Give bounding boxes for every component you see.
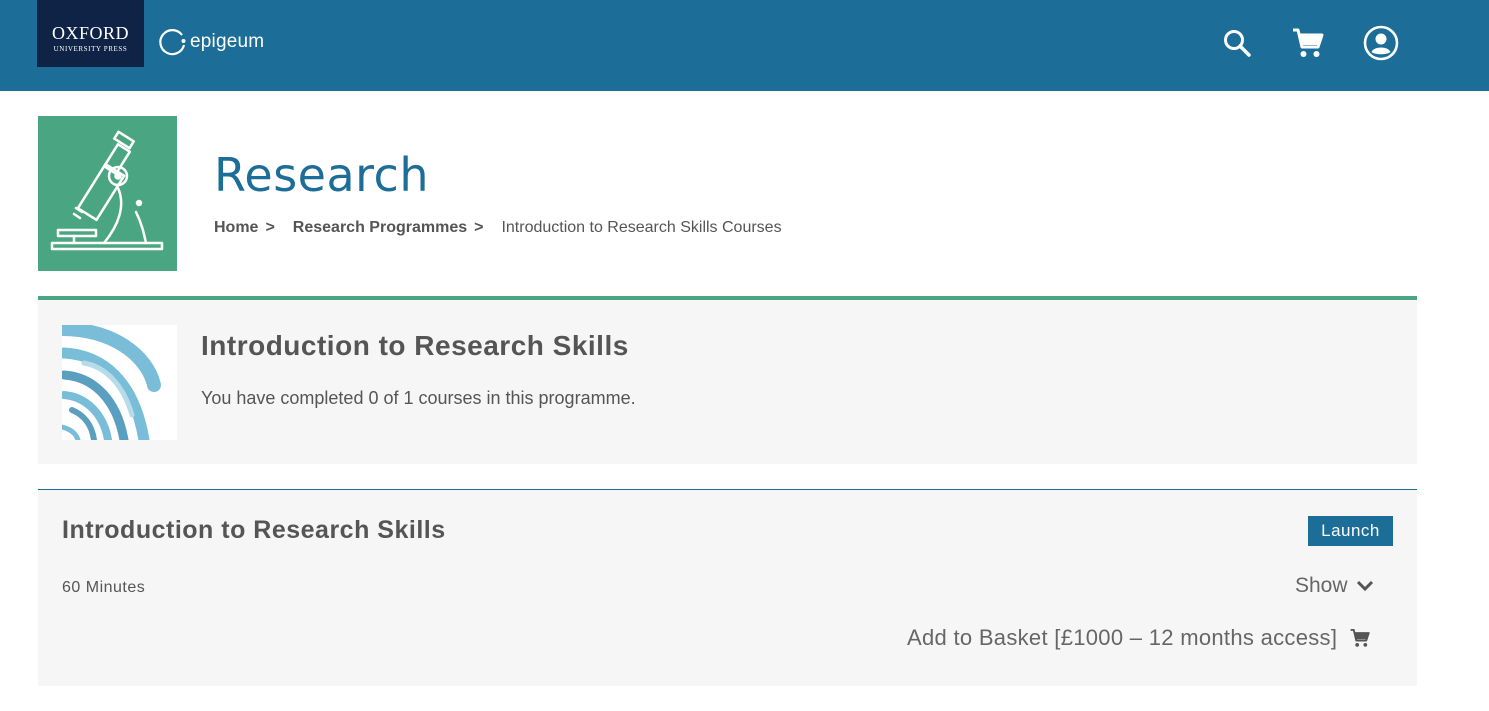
show-details-toggle[interactable]: Show: [1295, 574, 1374, 598]
microscope-icon: [38, 116, 177, 271]
programme-summary-title: Introduction to Research Skills: [201, 330, 629, 361]
account-icon[interactable]: [1362, 24, 1400, 62]
add-to-basket-button[interactable]: Add to Basket [£1000 – 12 months access]: [907, 625, 1371, 651]
chevron-down-icon: [1356, 580, 1374, 592]
cart-icon: [1349, 628, 1371, 648]
breadcrumb-home[interactable]: Home: [214, 219, 258, 237]
launch-button[interactable]: Launch: [1308, 516, 1393, 546]
cart-icon[interactable]: [1289, 24, 1327, 62]
search-icon[interactable]: [1218, 24, 1256, 62]
course-title: Introduction to Research Skills: [62, 516, 446, 544]
programme-thumbnail: [62, 325, 177, 440]
add-to-basket-label: Add to Basket [£1000 – 12 months access]: [907, 625, 1338, 650]
course-duration: 60 Minutes: [62, 579, 146, 596]
breadcrumb: Home > Research Programmes > Introductio…: [214, 219, 782, 237]
epigeum-wordmark: epigeum: [190, 31, 265, 52]
course-card: Introduction to Research Skills Launch 6…: [38, 489, 1417, 686]
breadcrumb-research-programmes[interactable]: Research Programmes: [293, 219, 467, 237]
epigeum-ring-icon: [158, 27, 188, 57]
oup-logo-line2: UNIVERSITY PRESS: [53, 45, 128, 53]
programme-progress-text: You have completed 0 of 1 courses in thi…: [201, 388, 636, 408]
oxford-university-press-logo[interactable]: OXFORD UNIVERSITY PRESS: [37, 0, 144, 67]
epigeum-logo[interactable]: epigeum: [158, 26, 264, 58]
breadcrumb-separator: >: [265, 219, 275, 236]
breadcrumb-separator: >: [474, 219, 484, 236]
programme-summary-panel: Introduction to Research Skills You have…: [38, 296, 1417, 464]
show-label: Show: [1295, 574, 1348, 597]
breadcrumb-current: Introduction to Research Skills Courses: [501, 219, 782, 236]
oup-logo-line1: OXFORD: [51, 23, 129, 43]
page-title: Research: [214, 148, 429, 202]
top-header: OXFORD UNIVERSITY PRESS epigeum: [0, 0, 1489, 91]
